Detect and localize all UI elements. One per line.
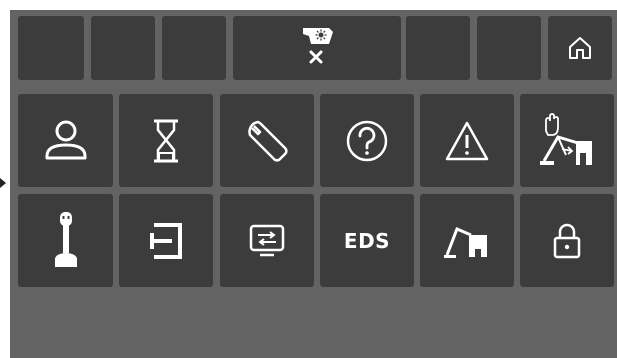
lock-icon bbox=[553, 223, 581, 258]
exit-icon bbox=[150, 222, 182, 259]
joystick-icon bbox=[54, 211, 77, 267]
joystick-button[interactable] bbox=[18, 194, 113, 287]
lock-button[interactable] bbox=[520, 194, 614, 287]
machine-crane-button[interactable] bbox=[420, 194, 514, 287]
display-settings-icon bbox=[249, 224, 285, 256]
help-icon bbox=[346, 120, 388, 161]
top-slot-5[interactable] bbox=[477, 16, 541, 80]
camera-light-status-button[interactable] bbox=[233, 16, 401, 80]
home-button[interactable] bbox=[548, 16, 612, 80]
user-profile-button[interactable] bbox=[18, 94, 113, 187]
user-profile-icon bbox=[45, 120, 86, 159]
home-icon bbox=[569, 37, 591, 59]
display-settings-button[interactable] bbox=[220, 194, 314, 287]
hourglass-button[interactable] bbox=[119, 94, 213, 187]
top-slot-2[interactable] bbox=[91, 16, 155, 80]
machine-crane-icon bbox=[444, 226, 487, 258]
camera-light-off-icon bbox=[303, 28, 333, 64]
top-slot-3[interactable] bbox=[162, 16, 226, 80]
wrench-button[interactable] bbox=[220, 94, 314, 187]
control-screen: EDS bbox=[10, 10, 617, 358]
eds-label: EDS bbox=[343, 228, 391, 253]
pointer-arrow-icon bbox=[0, 178, 6, 188]
stop-machine-hand-icon bbox=[540, 112, 592, 165]
top-slot-4[interactable] bbox=[406, 16, 470, 80]
top-slot-1[interactable] bbox=[18, 16, 84, 80]
hourglass-icon bbox=[154, 119, 178, 162]
warning-button[interactable] bbox=[420, 94, 514, 187]
wrench-icon bbox=[248, 120, 288, 162]
exit-button[interactable] bbox=[119, 194, 213, 287]
stop-machine-button[interactable] bbox=[520, 94, 614, 187]
warning-icon bbox=[445, 121, 489, 160]
eds-button[interactable]: EDS bbox=[320, 194, 414, 287]
help-button[interactable] bbox=[320, 94, 414, 187]
